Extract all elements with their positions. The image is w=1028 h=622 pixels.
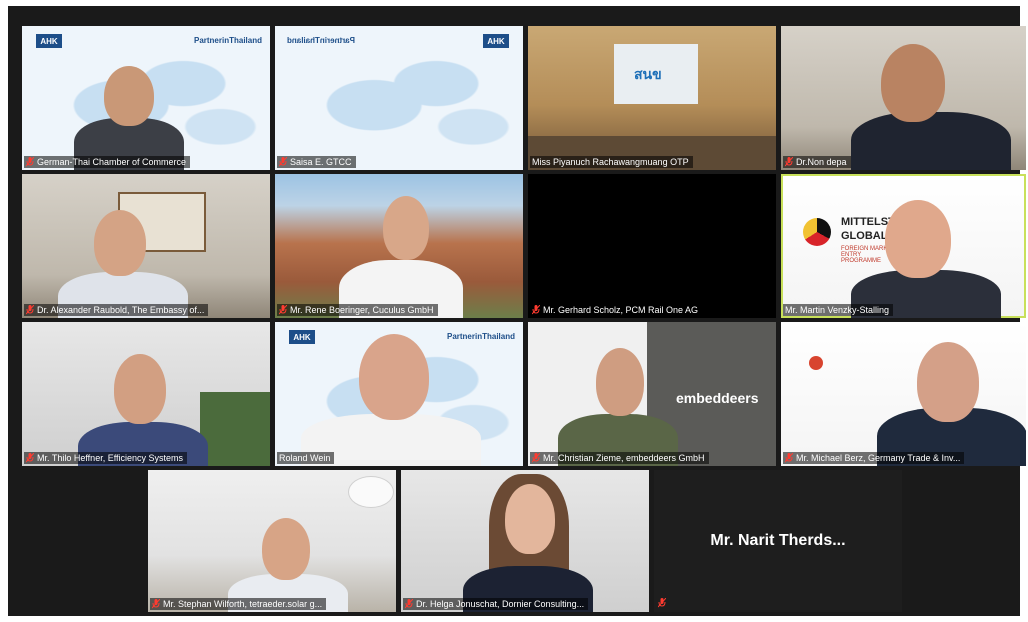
participant-name: Mr. Christian Zieme, embeddeers GmbH bbox=[543, 453, 705, 463]
participant-name: German-Thai Chamber of Commerce bbox=[37, 157, 187, 167]
partner-logo: PartnerinThailand bbox=[193, 36, 262, 45]
video-tile[interactable]: Dr. Helga Jonuschat, Dornier Consulting.… bbox=[401, 470, 649, 612]
participant-label: Mr. Christian Zieme, embeddeers GmbH bbox=[530, 452, 709, 464]
muted-mic-icon bbox=[26, 453, 34, 463]
video-tile[interactable]: Dr.Non depa bbox=[781, 26, 1026, 170]
participant-name: Mr. Michael Berz, Germany Trade & Inv... bbox=[796, 453, 961, 463]
otp-logo: สนข bbox=[634, 66, 662, 82]
participant-face bbox=[505, 484, 555, 554]
participant-name: Saisa E. GTCC bbox=[290, 157, 352, 167]
video-tile[interactable]: Mr. Stephan Wilforth, tetraeder.solar g.… bbox=[148, 470, 396, 612]
participant-name: Mr. Stephan Wilforth, tetraeder.solar g.… bbox=[163, 599, 323, 609]
participant-name: Mr. Martin Venzky-Stalling bbox=[785, 305, 890, 315]
participant-name: Mr. Thilo Heffner, Efficiency Systems bbox=[37, 453, 184, 463]
ceiling-light bbox=[348, 476, 394, 508]
video-tile[interactable]: Dr. Alexander Raubold, The Embassy of... bbox=[22, 174, 270, 318]
mittelstand-subtitle: GLOBAL bbox=[841, 230, 888, 242]
video-tile-active-speaker[interactable]: MITTELSTAND GLOBAL FOREIGN MARKET ENTRY … bbox=[781, 174, 1026, 318]
participant-name: Dr. Alexander Raubold, The Embassy of... bbox=[37, 305, 205, 315]
participant-label: German-Thai Chamber of Commerce bbox=[24, 156, 191, 168]
muted-mic-icon bbox=[26, 305, 34, 315]
ahk-logo: AHK bbox=[36, 34, 62, 48]
muted-mic-icon bbox=[532, 305, 540, 315]
muted-mic-icon bbox=[279, 157, 287, 167]
muted-mic-icon bbox=[532, 453, 540, 463]
video-tile[interactable]: Mr. Thilo Heffner, Efficiency Systems bbox=[22, 322, 270, 466]
participant-label: Dr. Alexander Raubold, The Embassy of... bbox=[24, 304, 209, 316]
participant-face bbox=[917, 342, 979, 422]
participant-label: Mr. Thilo Heffner, Efficiency Systems bbox=[24, 452, 188, 464]
participant-name-placeholder: Mr. Narit Therds... bbox=[710, 532, 846, 549]
ahk-logo: AHK bbox=[289, 330, 315, 344]
video-tile[interactable]: PartnerinThailand AHK Saisa E. GTCC bbox=[275, 26, 523, 170]
participant-face bbox=[94, 210, 146, 276]
participant-label: Miss Piyanuch Rachawangmuang OTP bbox=[530, 156, 693, 168]
participant-label: Mr. Rene Boeringer, Cuculus GmbH bbox=[277, 304, 438, 316]
muted-mic-icon bbox=[152, 599, 160, 609]
ahk-logo: AHK bbox=[483, 34, 509, 48]
muted-mic-icon bbox=[26, 157, 34, 167]
lamp bbox=[809, 356, 823, 370]
participant-name: Miss Piyanuch Rachawangmuang OTP bbox=[532, 157, 689, 167]
mittelstand-logo-icon bbox=[803, 218, 831, 246]
video-tile[interactable]: Mr. Rene Boeringer, Cuculus GmbH bbox=[275, 174, 523, 318]
bookshelf bbox=[200, 392, 270, 466]
participant-name: Dr. Helga Jonuschat, Dornier Consulting.… bbox=[416, 599, 585, 609]
participant-face bbox=[881, 44, 945, 122]
video-tile[interactable]: สนข Miss Piyanuch Rachawangmuang OTP bbox=[528, 26, 776, 170]
participant-face bbox=[104, 66, 154, 126]
participant-face bbox=[596, 348, 644, 416]
muted-mic-icon bbox=[405, 599, 413, 609]
participant-face bbox=[114, 354, 166, 424]
muted-mic-icon bbox=[279, 305, 287, 315]
video-tile[interactable]: AHK PartnerinThailand German-Thai Chambe… bbox=[22, 26, 270, 170]
participant-label: Mr. Gerhard Scholz, PCM Rail One AG bbox=[530, 304, 703, 316]
participant-face bbox=[885, 200, 951, 278]
partner-logo: PartnerinThailand bbox=[446, 332, 515, 341]
video-tile[interactable]: Mr. Michael Berz, Germany Trade & Inv... bbox=[781, 322, 1026, 466]
participant-name: Mr. Rene Boeringer, Cuculus GmbH bbox=[290, 305, 434, 315]
participant-face bbox=[262, 518, 310, 580]
muted-mic-icon bbox=[785, 453, 793, 463]
participant-label: Dr.Non depa bbox=[783, 156, 851, 168]
partner-logo-mirrored: PartnerinThailand bbox=[287, 36, 356, 45]
video-tile[interactable]: Mr. Gerhard Scholz, PCM Rail One AG bbox=[528, 174, 776, 318]
participant-label: Saisa E. GTCC bbox=[277, 156, 356, 168]
muted-mic-icon bbox=[658, 598, 666, 608]
participant-face bbox=[359, 334, 429, 420]
participant-name: Dr.Non depa bbox=[796, 157, 847, 167]
participant-label: Roland Wein bbox=[277, 452, 335, 464]
video-tile[interactable]: AHK PartnerinThailand Roland Wein bbox=[275, 322, 523, 466]
participant-label: Mr. Stephan Wilforth, tetraeder.solar g.… bbox=[150, 598, 327, 610]
participant-name: Mr. Gerhard Scholz, PCM Rail One AG bbox=[543, 305, 699, 315]
participant-body bbox=[851, 112, 1011, 170]
participant-label: Mr. Martin Venzky-Stalling bbox=[783, 304, 894, 316]
video-tile[interactable]: Mr. Narit Therds... bbox=[654, 470, 902, 612]
embeddeers-logo: embeddeers bbox=[676, 390, 759, 406]
participant-name: Roland Wein bbox=[279, 453, 331, 463]
muted-mic-icon bbox=[785, 157, 793, 167]
video-tile[interactable]: embeddeers Mr. Christian Zieme, embeddee… bbox=[528, 322, 776, 466]
participant-label: Mr. Michael Berz, Germany Trade & Inv... bbox=[783, 452, 965, 464]
participant-label: Dr. Helga Jonuschat, Dornier Consulting.… bbox=[403, 598, 589, 610]
video-gallery: AHK PartnerinThailand German-Thai Chambe… bbox=[8, 6, 1026, 616]
participant-face bbox=[383, 196, 429, 260]
